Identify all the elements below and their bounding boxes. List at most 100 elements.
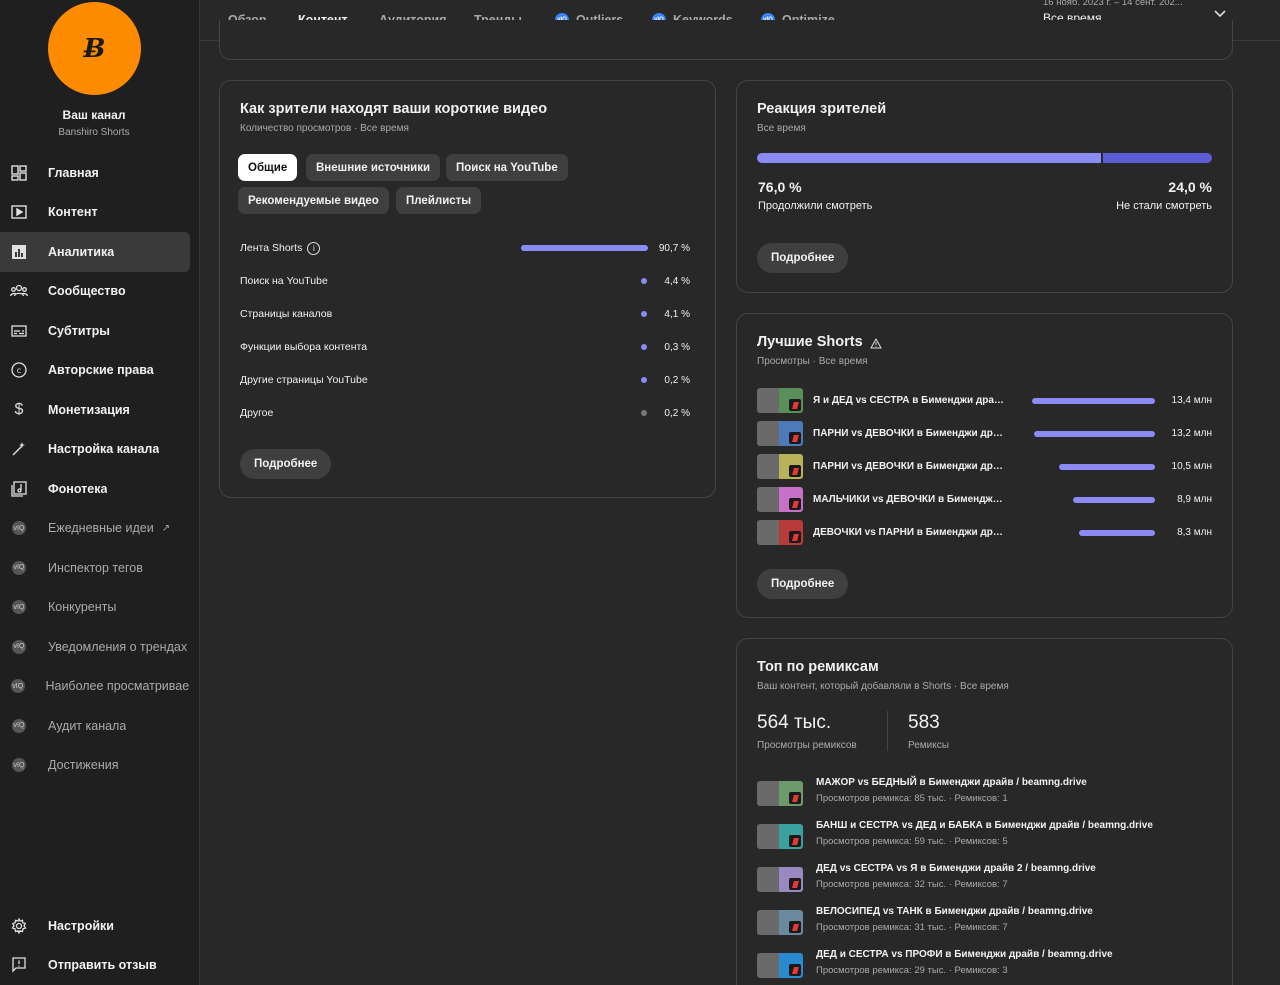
video-thumbnail[interactable] <box>757 867 803 892</box>
video-thumbnail[interactable] <box>757 454 803 479</box>
sidebar-item-label: Отправить отзыв <box>48 958 157 973</box>
short-views-value: 8,9 млн <box>1177 494 1212 505</box>
more-button[interactable]: Подробнее <box>240 449 332 479</box>
video-thumbnail[interactable] <box>757 520 803 545</box>
sidebar-item-monetization[interactable]: $ Монетизация <box>0 390 190 430</box>
video-thumbnail[interactable] <box>757 953 803 978</box>
traffic-source-row[interactable]: Страницы каналов 4,1 % <box>240 305 690 323</box>
top-short-row[interactable]: ПАРНИ vs ДЕВОЧКИ в Бименджи драйв / beam… <box>757 421 1212 446</box>
previous-card <box>219 20 1233 60</box>
top-short-row[interactable]: МАЛЬЧИКИ vs ДЕВОЧКИ в Бименджи драйв / b… <box>757 487 1212 512</box>
remix-views-value: 564 тыс. <box>757 712 832 733</box>
shorts-logo <box>791 837 799 845</box>
sidebar-item-audio-library[interactable]: Фонотека <box>0 469 190 509</box>
sidebar-item-competitors[interactable]: vIQ Конкуренты <box>0 588 190 628</box>
chip-playlists[interactable]: Плейлисты <box>396 187 482 214</box>
shorts-icon <box>789 835 801 847</box>
traffic-source-row[interactable]: Поиск на YouTube 4,4 % <box>240 272 690 290</box>
more-button[interactable]: Подробнее <box>757 243 849 273</box>
sidebar-item-label: Конкуренты <box>48 600 117 615</box>
remix-row[interactable]: ВЕЛОСИПЕД vs ТАНК в Бименджи драйв / bea… <box>757 906 1212 936</box>
sidebar-item-dashboard[interactable]: Главная <box>0 153 190 193</box>
shorts-icon <box>789 399 801 411</box>
traffic-source-label: Другие страницы YouTube <box>240 374 368 386</box>
sidebar-item-trend-alerts[interactable]: vIQ Уведомления о трендах <box>0 627 190 667</box>
chip-suggested[interactable]: Рекомендуемые видео <box>238 187 389 214</box>
sidebar-item-label: Главная <box>48 165 99 180</box>
short-views-bar <box>1073 497 1155 503</box>
chip-external[interactable]: Внешние источники <box>306 154 441 181</box>
video-thumbnail[interactable] <box>757 824 803 849</box>
thumbnail-left <box>757 953 779 978</box>
analytics-icon <box>10 243 28 261</box>
warning-icon[interactable] <box>870 336 882 354</box>
traffic-source-row[interactable]: Другое 0,2 % <box>240 404 690 422</box>
chip-youtube-search[interactable]: Поиск на YouTube <box>446 154 568 181</box>
remix-meta: Просмотров ремикса: 29 тыс. · Ремиксов: … <box>816 965 1008 976</box>
top-short-row[interactable]: Я и ДЕД vs СЕСТРА в Бименджи драйв / bea… <box>757 388 1212 413</box>
sidebar-item-customization[interactable]: Настройка канала <box>0 430 190 470</box>
traffic-source-name: Лента Shorts <box>240 242 303 254</box>
more-button[interactable]: Подробнее <box>757 569 849 599</box>
card-title: Реакция зрителей <box>757 101 887 117</box>
remix-row[interactable]: БАНШ и СЕСТРА vs ДЕД и БАБКА в Бименджи … <box>757 820 1212 850</box>
traffic-source-dot <box>641 344 647 350</box>
traffic-sources-card: Как зрители находят ваши короткие видео … <box>219 80 716 498</box>
top-remixes-card: Топ по ремиксам Ваш контент, который доб… <box>736 638 1233 985</box>
stopped-value: 24,0 % <box>1168 179 1212 195</box>
shorts-logo <box>791 923 799 931</box>
channel-avatar[interactable]: Ƀ <box>48 2 141 95</box>
short-views-bar <box>1033 431 1155 437</box>
audio-library-icon <box>10 480 28 498</box>
sidebar-item-label: Субтитры <box>48 323 110 338</box>
sidebar-item-tag-inspector[interactable]: vIQ Инспектор тегов <box>0 548 190 588</box>
vidiq-icon: vIQ <box>10 679 25 694</box>
stat-divider <box>887 711 888 751</box>
remix-row[interactable]: ДЕД vs СЕСТРА vs Я в Бименджи драйв 2 / … <box>757 863 1212 893</box>
date-range[interactable]: 16 нояб. 2023 г. – 14 сент. 202... <box>1043 0 1183 8</box>
short-views-value: 10,5 млн <box>1171 461 1212 472</box>
info-icon[interactable]: i <box>307 241 321 255</box>
sidebar-item-analytics[interactable]: Аналитика <box>0 232 190 272</box>
sidebar-item-content[interactable]: Контент <box>0 193 190 233</box>
vidiq-icon: vIQ <box>10 677 25 695</box>
vidiq-icon: vIQ <box>12 758 26 773</box>
sidebar-item-copyright[interactable]: c Авторские права <box>0 351 190 391</box>
sidebar-item-daily-ideas[interactable]: vIQ Ежедневные идеи ↗ <box>0 509 190 549</box>
traffic-source-label: Поиск на YouTube <box>240 275 328 287</box>
sidebar-item-most-viewed[interactable]: vIQ Наиболее просматриваемые <box>0 667 190 707</box>
short-title: ПАРНИ vs ДЕВОЧКИ в Бименджи драйв / beam… <box>813 461 1008 472</box>
traffic-source-row[interactable]: Лента Shorts i 90,7 % <box>240 239 690 257</box>
video-thumbnail[interactable] <box>757 781 803 806</box>
sidebar-item-channel-audit[interactable]: vIQ Аудит канала <box>0 706 190 746</box>
vidiq-icon: vIQ <box>10 598 28 616</box>
remix-row[interactable]: МАЖОР vs БЕДНЫЙ в Бименджи драйв / beamn… <box>757 777 1212 807</box>
sidebar-item-community[interactable]: Сообщество <box>0 272 190 312</box>
vidiq-icon: vIQ <box>10 717 28 735</box>
shorts-logo <box>791 794 799 802</box>
remix-row[interactable]: ДЕД и СЕСТРА vs ПРОФИ в Бименджи драйв /… <box>757 949 1212 979</box>
traffic-source-row[interactable]: Функции выбора контента 0,3 % <box>240 338 690 356</box>
sidebar-item-feedback[interactable]: Отправить отзыв <box>0 946 190 985</box>
sidebar-item-achievements[interactable]: vIQ Достижения <box>0 746 190 786</box>
chip-general[interactable]: Общие <box>238 154 298 181</box>
shorts-logo <box>791 434 799 442</box>
community-icon <box>10 282 28 300</box>
top-short-row[interactable]: ПАРНИ vs ДЕВОЧКИ в Бименджи драйв / beam… <box>757 454 1212 479</box>
vidiq-icon: vIQ <box>10 559 28 577</box>
video-thumbnail[interactable] <box>757 910 803 935</box>
traffic-source-row[interactable]: Другие страницы YouTube 0,2 % <box>240 371 690 389</box>
video-thumbnail[interactable] <box>757 421 803 446</box>
vidiq-icon: vIQ <box>12 718 26 733</box>
sidebar-item-label: Авторские права <box>48 363 154 378</box>
sidebar-item-label: Настройки <box>48 918 114 933</box>
sidebar-item-subtitles[interactable]: Субтитры <box>0 311 190 351</box>
sidebar-item-label: Фонотека <box>48 481 108 496</box>
video-thumbnail[interactable] <box>757 487 803 512</box>
top-short-row[interactable]: ДЕВОЧКИ vs ПАРНИ в Бименджи драйв / beam… <box>757 520 1212 545</box>
short-views-bar <box>1058 464 1155 470</box>
stopped-label: Не стали смотреть <box>1116 200 1212 212</box>
sidebar-item-settings[interactable]: Настройки <box>0 906 190 946</box>
video-thumbnail[interactable] <box>757 388 803 413</box>
traffic-source-value: 4,1 % <box>664 308 690 320</box>
